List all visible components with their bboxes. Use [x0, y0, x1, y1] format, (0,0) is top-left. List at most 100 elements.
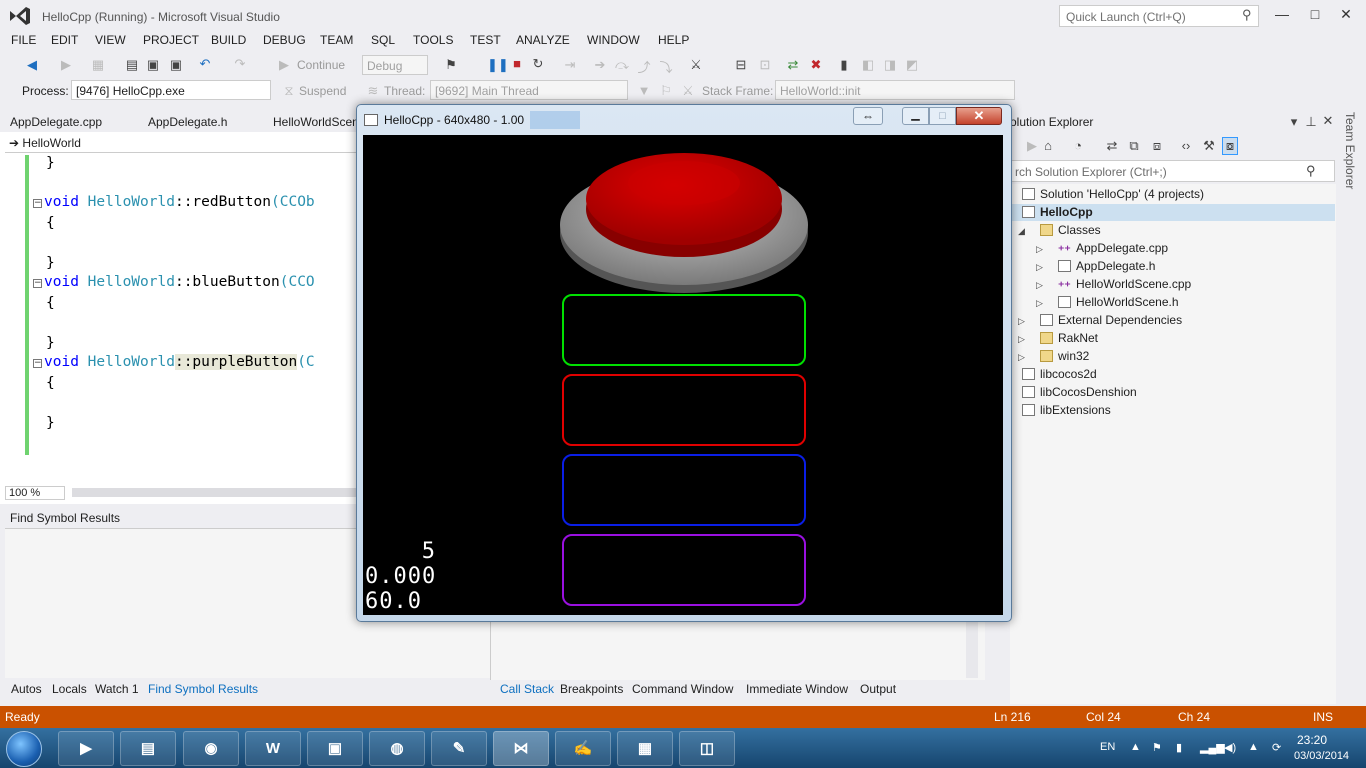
start-button[interactable]: [6, 731, 42, 767]
search-icon[interactable]: ⚲: [1242, 7, 1252, 23]
tree-item-libcocos2d[interactable]: libcocos2d: [1022, 367, 1097, 381]
call-stack-panel[interactable]: [490, 618, 985, 680]
tree-item-external-dependencies[interactable]: External Dependencies: [1040, 313, 1182, 327]
calculator-icon[interactable]: ▦: [617, 731, 673, 766]
tab-breakpoints[interactable]: Breakpoints: [560, 682, 623, 696]
process-select[interactable]: [9476] HelloCpp.exe: [71, 80, 271, 100]
tab-appdelegate-cpp[interactable]: AppDelegate.cpp: [10, 115, 102, 129]
minimize-button[interactable]: —: [1272, 6, 1292, 22]
sync-icon[interactable]: ⇄: [1104, 138, 1120, 154]
suspend-icon[interactable]: ⧖: [281, 83, 297, 99]
tab-find-symbol-results[interactable]: Find Symbol Results: [148, 682, 258, 696]
collapse-icon[interactable]: −: [33, 199, 42, 208]
sync-icon[interactable]: ⟳: [1272, 741, 1281, 754]
tree-item-helloworldscene-h[interactable]: HelloWorldScene.h: [1058, 295, 1179, 309]
file-explorer-icon[interactable]: ▤: [120, 731, 176, 766]
dropdown-icon[interactable]: ▾: [1286, 114, 1302, 130]
tree-item-helloworldscene-cpp[interactable]: ⁺⁺ HelloWorldScene.cpp: [1058, 277, 1191, 293]
zoom-select[interactable]: 100 %: [5, 486, 65, 500]
horizontal-scrollbar[interactable]: [72, 488, 358, 497]
volume-icon[interactable]: ◀): [1224, 741, 1236, 754]
menu-team[interactable]: TEAM: [320, 33, 353, 47]
continue-button[interactable]: Continue: [297, 58, 345, 72]
menu-edit[interactable]: EDIT: [51, 33, 78, 47]
tab-immediate-window[interactable]: Immediate Window: [746, 682, 848, 696]
close-button[interactable]: ✕: [1336, 6, 1356, 23]
close-button[interactable]: ✕: [956, 107, 1002, 125]
action-center-icon[interactable]: ⚑: [1152, 741, 1162, 754]
expand-arrow-icon[interactable]: ▷: [1018, 334, 1025, 345]
close-icon[interactable]: ✕: [1320, 113, 1336, 129]
home-icon[interactable]: ⌂: [1040, 138, 1056, 153]
redo-icon[interactable]: ↷: [232, 56, 248, 72]
menu-build[interactable]: BUILD: [211, 33, 246, 47]
tab-command-window[interactable]: Command Window: [632, 682, 733, 696]
tree-item-appdelegate-cpp[interactable]: ⁺⁺ AppDelegate.cpp: [1058, 241, 1168, 257]
word-icon[interactable]: W: [245, 731, 301, 766]
remote-desktop-icon[interactable]: ▣: [307, 731, 363, 766]
menu-sql[interactable]: SQL: [371, 33, 395, 47]
show-all-files-icon[interactable]: ⧈: [1149, 138, 1165, 154]
show-threads-icon[interactable]: ⊡: [757, 57, 773, 73]
tree-item-libextensions[interactable]: libExtensions: [1022, 403, 1111, 417]
visual-studio-icon[interactable]: ⋈: [493, 731, 549, 766]
open-file-icon[interactable]: ▤: [124, 57, 140, 73]
red-button[interactable]: [562, 374, 806, 446]
big-red-button[interactable]: [557, 143, 811, 298]
expand-arrow-icon[interactable]: ▷: [1036, 298, 1043, 309]
navigation-bar[interactable]: ➔ HelloWorld: [5, 133, 358, 153]
tree-item-libcocosdenshion[interactable]: libCocosDenshion: [1022, 385, 1137, 399]
stack-frame-select[interactable]: HelloWorld::init: [775, 80, 1015, 100]
continue-icon[interactable]: ▶: [276, 57, 292, 73]
suspend-button[interactable]: Suspend: [299, 84, 346, 98]
collapse-arrow-icon[interactable]: ◢: [1018, 226, 1025, 237]
bookmark-icon[interactable]: ▮: [836, 57, 852, 73]
menu-tools[interactable]: TOOLS: [413, 33, 453, 47]
tab-watch-1[interactable]: Watch 1: [95, 682, 139, 696]
tab-call-stack[interactable]: Call Stack: [500, 682, 554, 696]
maximize-button[interactable]: □: [1305, 6, 1325, 22]
green-button[interactable]: [562, 294, 806, 366]
tab-helloworldscene-cpp[interactable]: HelloWorldScen: [273, 115, 359, 129]
menu-debug[interactable]: DEBUG: [263, 33, 306, 47]
menu-analyze[interactable]: ANALYZE: [516, 33, 570, 47]
threads-icon[interactable]: ⊟: [733, 57, 749, 73]
code-editor[interactable]: [0, 132, 358, 504]
restart-icon[interactable]: ↻: [530, 56, 546, 72]
next-bookmark-icon[interactable]: ◨: [882, 57, 898, 73]
search-icon[interactable]: ⚲: [1306, 163, 1316, 179]
clock-date[interactable]: 03/03/2014: [1294, 750, 1349, 762]
language-indicator[interactable]: EN: [1100, 741, 1115, 753]
forward-icon[interactable]: ▶: [1024, 138, 1040, 154]
team-explorer-label[interactable]: Team Explorer: [1343, 112, 1357, 189]
menu-file[interactable]: FILE: [11, 33, 36, 47]
properties-icon[interactable]: ⚒: [1201, 138, 1217, 154]
paint-icon[interactable]: ✎: [431, 731, 487, 766]
collapse-icon[interactable]: −: [33, 279, 42, 288]
owl-app-icon[interactable]: ◍: [369, 731, 425, 766]
thread-flag-icon[interactable]: ⚔: [680, 83, 696, 99]
clock-time[interactable]: 23:20: [1297, 733, 1327, 747]
resize-icon[interactable]: ⇔: [853, 107, 883, 125]
drive-icon[interactable]: ▲: [1248, 741, 1259, 753]
hex-display-icon[interactable]: ⤵: [658, 57, 674, 76]
menu-project[interactable]: PROJECT: [143, 33, 199, 47]
clear-bookmarks-icon[interactable]: ◩: [904, 57, 920, 73]
chrome-icon[interactable]: ◉: [183, 731, 239, 766]
maximize-button[interactable]: □: [929, 107, 956, 125]
back-icon[interactable]: ◀: [24, 57, 40, 73]
new-item-icon[interactable]: ▦: [90, 57, 106, 73]
step-into-icon[interactable]: ➔: [592, 57, 608, 73]
show-hidden-icons-icon[interactable]: ▲: [1130, 741, 1141, 753]
tab-appdelegate-h[interactable]: AppDelegate.h: [148, 115, 227, 129]
menu-help[interactable]: HELP: [658, 33, 689, 47]
preview-icon[interactable]: ⧇: [1222, 137, 1238, 155]
stop-icon[interactable]: ■: [509, 56, 525, 71]
minimize-button[interactable]: ▁: [902, 107, 929, 125]
expand-arrow-icon[interactable]: ▷: [1018, 316, 1025, 327]
menu-test[interactable]: TEST: [470, 33, 501, 47]
delete-breakpoint-icon[interactable]: ✖: [808, 57, 824, 73]
tree-item-appdelegate-h[interactable]: AppDelegate.h: [1058, 259, 1155, 273]
step-out-icon[interactable]: ⤴: [636, 57, 652, 76]
tree-item-classes[interactable]: Classes: [1040, 223, 1101, 237]
